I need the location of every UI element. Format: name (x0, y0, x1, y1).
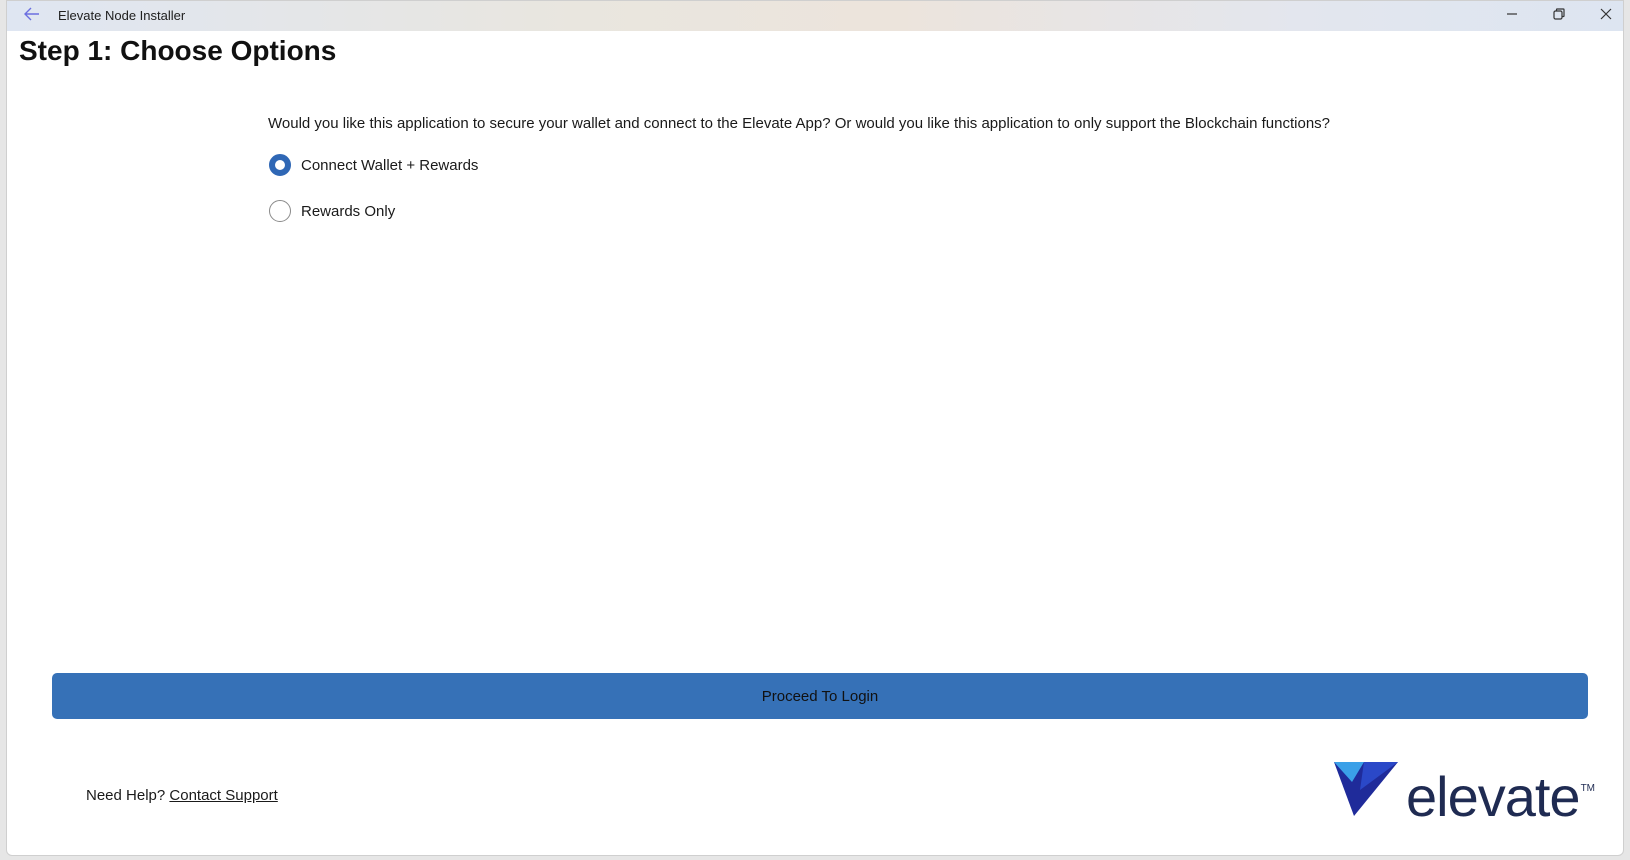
radio-label: Connect Wallet + Rewards (301, 156, 479, 174)
title-bar: Elevate Node Installer (7, 1, 1623, 31)
radio-button-unselected[interactable] (269, 200, 291, 222)
app-title: Elevate Node Installer (58, 8, 186, 23)
radio-label: Rewards Only (301, 202, 396, 220)
elevate-logo: elevate TM (1334, 760, 1596, 828)
back-button[interactable] (15, 4, 49, 28)
close-button[interactable] (1583, 1, 1629, 31)
radio-option-rewards-only[interactable]: Rewards Only (269, 199, 395, 223)
contact-support-link[interactable]: Contact Support (169, 787, 277, 804)
help-text: Need Help? (86, 787, 166, 804)
options-question: Would you like this application to secur… (268, 115, 1331, 132)
page-title: Step 1: Choose Options (19, 35, 337, 66)
elevate-logo-text: elevate (1406, 765, 1581, 828)
radio-button-selected[interactable] (269, 154, 291, 176)
app-window: Elevate Node Installer Step 1: Choose Op… (6, 0, 1624, 856)
elevate-logo-tm: TM (1580, 783, 1596, 794)
restore-button[interactable] (1536, 1, 1582, 31)
restore-icon (1553, 7, 1565, 25)
minimize-icon (1506, 7, 1518, 25)
close-icon (1600, 7, 1612, 25)
help-section: Need Help? Contact Support (86, 787, 278, 804)
proceed-to-login-button[interactable]: Proceed To Login (52, 673, 1588, 719)
radio-option-connect-wallet[interactable]: Connect Wallet + Rewards (269, 153, 478, 177)
back-arrow-icon (24, 7, 40, 26)
minimize-button[interactable] (1489, 1, 1535, 31)
elevate-logo-mark-icon (1334, 760, 1406, 823)
